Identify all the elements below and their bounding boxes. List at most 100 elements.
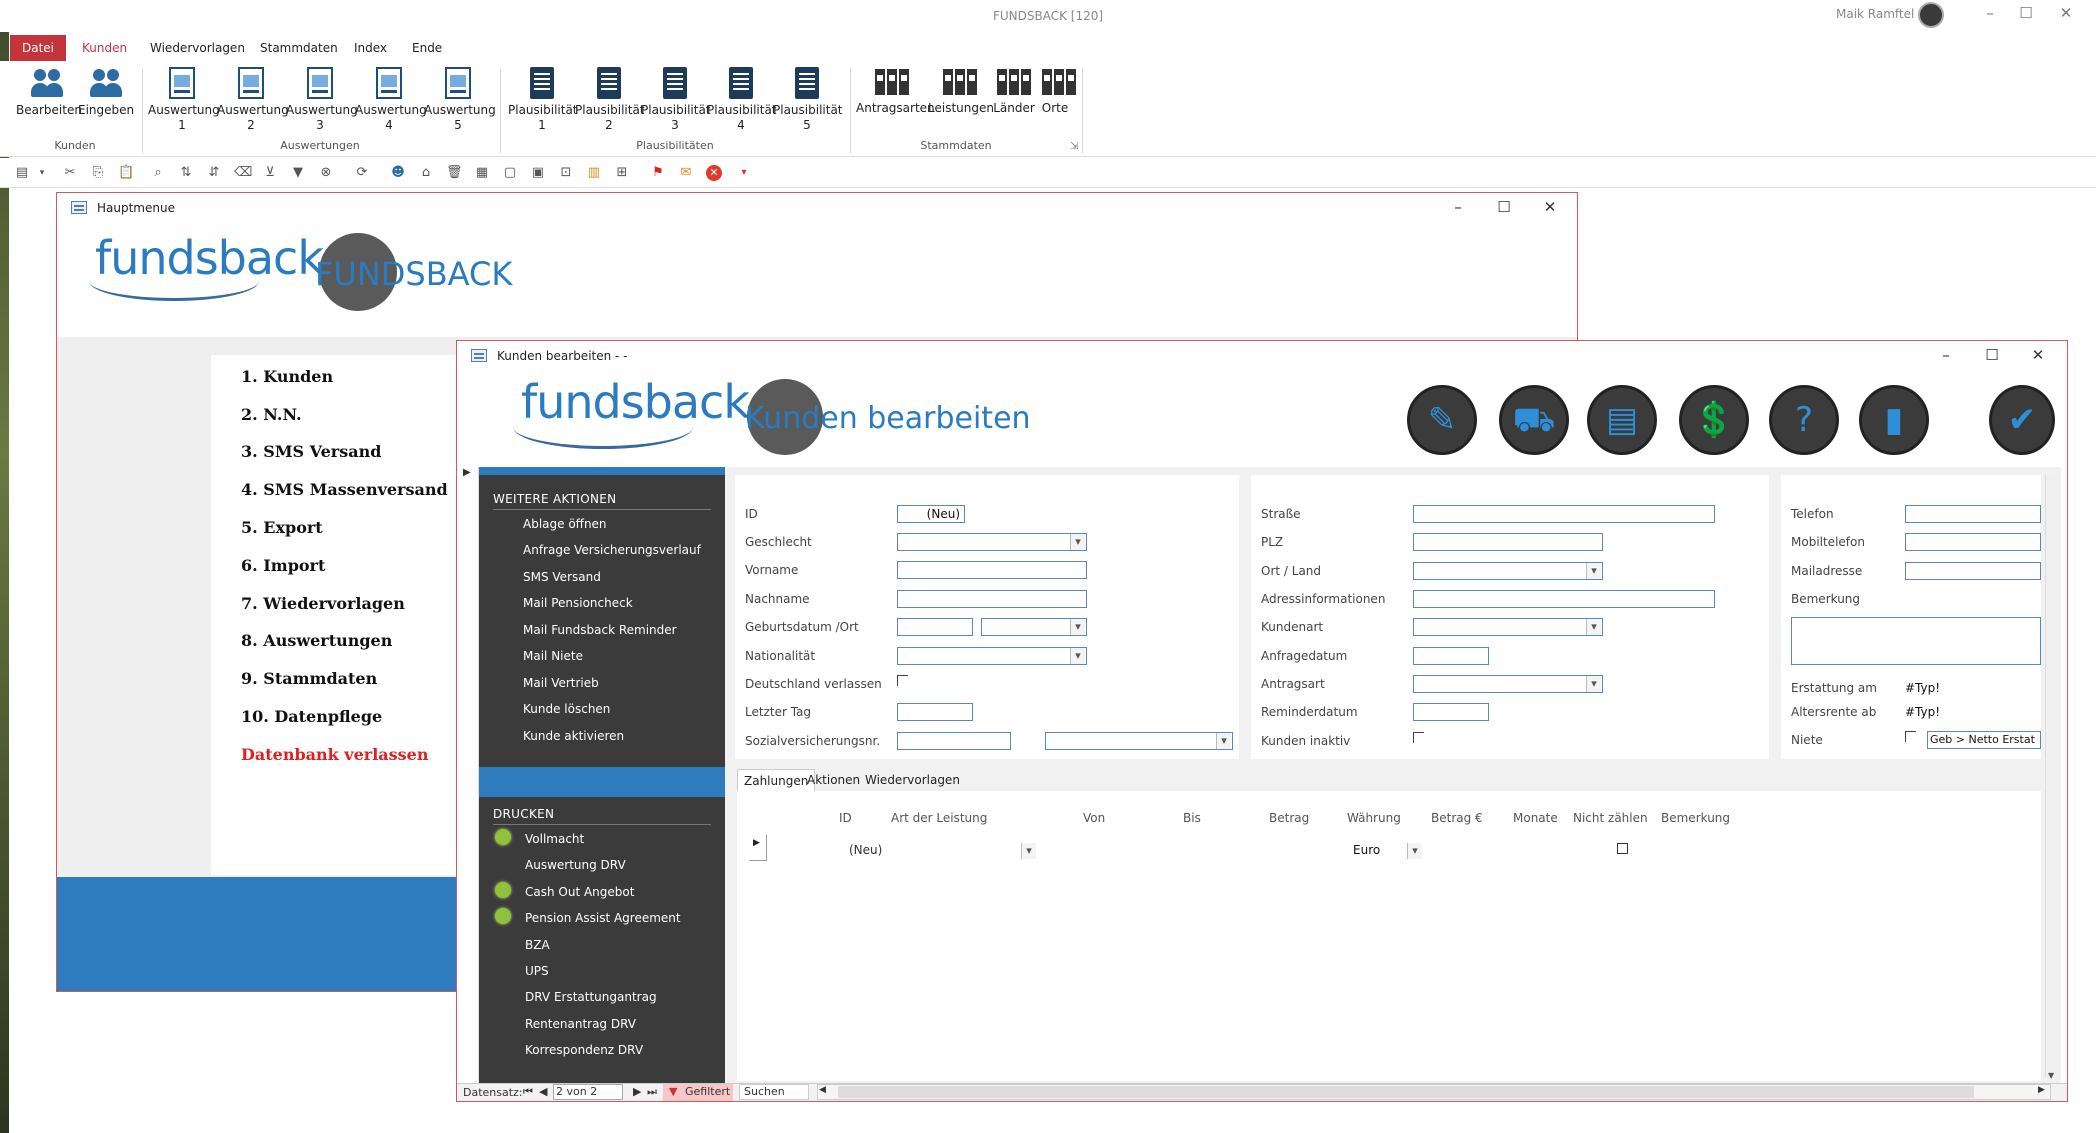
shipping-button[interactable]: ⛟ bbox=[1499, 385, 1569, 455]
view-icon[interactable]: ▤ bbox=[14, 165, 30, 181]
print-bza[interactable]: BZA bbox=[525, 938, 550, 952]
menu-item-exit[interactable]: Datenbank verlassen bbox=[241, 745, 428, 764]
action-mail-vertrieb[interactable]: Mail Vertrieb bbox=[523, 676, 599, 690]
avatar[interactable] bbox=[1918, 2, 1944, 28]
menu-item-kunden[interactable]: 1. Kunden bbox=[241, 367, 333, 386]
print-ups[interactable]: UPS bbox=[525, 964, 549, 978]
menu-item-sms-versand[interactable]: 3. SMS Versand bbox=[241, 442, 381, 461]
tab-ende[interactable]: Ende bbox=[400, 35, 454, 61]
clear-sort-icon[interactable]: ⌫ bbox=[234, 165, 252, 181]
menu-item-nn[interactable]: 2. N.N. bbox=[241, 405, 302, 424]
action-kunde-aktivieren[interactable]: Kunde aktivieren bbox=[523, 729, 624, 743]
table-icon[interactable]: ▦ bbox=[474, 165, 490, 181]
flag-icon[interactable]: ⚑ bbox=[650, 165, 666, 181]
plausibilitaet-4-button[interactable]: Plausibilität 4 bbox=[707, 67, 777, 133]
leistungen-button[interactable]: Leistungen bbox=[928, 67, 994, 116]
menu-item-export[interactable]: 5. Export bbox=[241, 518, 323, 537]
find-icon[interactable]: ⌕ bbox=[150, 165, 166, 181]
cut-icon[interactable]: ✂ bbox=[62, 165, 78, 181]
scroll-left-icon[interactable]: ◀ bbox=[819, 1085, 826, 1095]
print-korrespondenz-drv[interactable]: Korrespondenz DRV bbox=[525, 1043, 643, 1057]
tab-aktionen[interactable]: Aktionen bbox=[801, 769, 866, 791]
auswertung-1-button[interactable]: Auswertung 1 bbox=[148, 67, 220, 133]
action-sms-versand[interactable]: SMS Versand bbox=[523, 570, 601, 584]
deutschland-verlassen-checkbox[interactable] bbox=[897, 675, 908, 686]
auswertung-4-button[interactable]: Auswertung 4 bbox=[355, 67, 427, 133]
remove-filter-icon[interactable]: ⊗ bbox=[318, 165, 334, 181]
action-anfrage-versicherungsverlauf[interactable]: Anfrage Versicherungsverlauf bbox=[523, 543, 701, 557]
reminderdatum-input[interactable] bbox=[1413, 703, 1489, 721]
bemerkung-textarea[interactable] bbox=[1791, 617, 2041, 665]
payment-button[interactable]: 💲 bbox=[1679, 385, 1749, 455]
report-icon[interactable]: ▣ bbox=[530, 165, 546, 181]
scroll-right-icon[interactable]: ▶ bbox=[2038, 1085, 2045, 1095]
antragsarten-button[interactable]: Antragsarten bbox=[856, 67, 935, 116]
plausibilitaet-2-button[interactable]: Plausibilität 2 bbox=[575, 67, 645, 133]
action-mail-fundsback-reminder[interactable]: Mail Fundsback Reminder bbox=[523, 623, 677, 637]
antragsart-combo[interactable] bbox=[1413, 675, 1603, 693]
nachname-input[interactable] bbox=[897, 590, 1087, 608]
record-selector[interactable]: ▶ bbox=[457, 467, 479, 1083]
first-record-icon[interactable]: ⏮ bbox=[523, 1085, 533, 1099]
eingeben-button[interactable]: Eingeben bbox=[78, 67, 134, 118]
delete-icon[interactable]: 🗑 bbox=[446, 165, 463, 181]
mailadresse-input[interactable] bbox=[1905, 562, 2041, 580]
sort-descending-icon[interactable]: ⇵ bbox=[206, 165, 222, 181]
maximize-icon[interactable]: ☐ bbox=[2012, 4, 2040, 22]
menu-item-auswertungen[interactable]: 8. Auswertungen bbox=[241, 631, 392, 650]
strasse-input[interactable] bbox=[1413, 505, 1715, 523]
mail-icon[interactable]: ✉ bbox=[678, 165, 694, 181]
filter-selection-icon[interactable]: ⊻ bbox=[262, 165, 278, 181]
print-vollmacht[interactable]: Vollmacht bbox=[525, 832, 584, 846]
tab-kunden[interactable]: Kunden bbox=[70, 35, 139, 61]
row-selector-icon[interactable]: ▶ bbox=[749, 835, 767, 861]
waehrung-combo[interactable] bbox=[1407, 843, 1423, 861]
tab-wiedervorlagen[interactable]: Wiedervorlagen bbox=[859, 769, 966, 791]
geburtsdatum-input[interactable] bbox=[897, 618, 973, 636]
scroll-thumb[interactable] bbox=[838, 1086, 1974, 1098]
chevron-down-icon[interactable]: ▼ bbox=[2048, 1071, 2054, 1080]
next-record-icon[interactable]: ▶ bbox=[633, 1085, 641, 1098]
vorname-input[interactable] bbox=[897, 561, 1087, 579]
auswertung-5-button[interactable]: Auswertung 5 bbox=[424, 67, 496, 133]
filter-icon[interactable]: ▼ bbox=[290, 165, 306, 181]
menu-item-sms-massenversand[interactable]: 4. SMS Massenversand bbox=[241, 480, 448, 499]
tab-index[interactable]: Index bbox=[342, 35, 399, 61]
last-record-icon[interactable]: ⏭ bbox=[647, 1085, 657, 1099]
laender-button[interactable]: Länder bbox=[992, 67, 1036, 116]
print-drv-erstattungantrag[interactable]: DRV Erstattungantrag bbox=[525, 990, 657, 1004]
search-input[interactable]: Suchen bbox=[739, 1084, 809, 1100]
plausibilitaet-3-button[interactable]: Plausibilität 3 bbox=[641, 67, 711, 133]
action-ablage-oeffnen[interactable]: Ablage öffnen bbox=[523, 517, 607, 531]
menu-item-datenpflege[interactable]: 10. Datenpflege bbox=[241, 707, 382, 726]
copy-icon[interactable]: ⎘ bbox=[90, 165, 106, 181]
record-position[interactable]: 2 von 2 bbox=[553, 1084, 623, 1100]
menu-item-wiedervorlagen[interactable]: 7. Wiedervorlagen bbox=[241, 594, 405, 613]
geschlecht-combo[interactable] bbox=[897, 533, 1087, 551]
art-der-leistung-combo[interactable] bbox=[1021, 843, 1037, 861]
vertical-scrollbar[interactable]: ▼ bbox=[2045, 475, 2061, 1080]
message-button[interactable]: ▤ bbox=[1587, 385, 1657, 455]
sort-ascending-icon[interactable]: ⇅ bbox=[178, 165, 194, 181]
print-cash-out-angebot[interactable]: Cash Out Angebot bbox=[525, 885, 634, 899]
plausibilitaet-1-button[interactable]: Plausibilität 1 bbox=[508, 67, 578, 133]
chevron-down-icon[interactable]: ▾ bbox=[34, 165, 50, 181]
auswertung-3-button[interactable]: Auswertung 3 bbox=[286, 67, 358, 133]
telefon-input[interactable] bbox=[1905, 505, 2041, 523]
refresh-icon[interactable]: ⟳ bbox=[354, 165, 370, 181]
kunden-inaktiv-checkbox[interactable] bbox=[1413, 732, 1424, 743]
auswertung-2-button[interactable]: Auswertung 2 bbox=[217, 67, 289, 133]
geburtsort-combo[interactable] bbox=[981, 618, 1087, 636]
mobiltelefon-input[interactable] bbox=[1905, 533, 2041, 551]
help-button[interactable]: ? bbox=[1769, 385, 1839, 455]
bearbeiten-button[interactable]: Bearbeiten bbox=[16, 67, 82, 118]
print-pension-assist-agreement[interactable]: Pension Assist Agreement bbox=[525, 911, 681, 925]
maximize-icon[interactable]: ☐ bbox=[1491, 198, 1517, 216]
preview-icon[interactable]: ⊡ bbox=[558, 165, 574, 181]
tab-wiedervorlagen[interactable]: Wiedervorlagen bbox=[138, 35, 257, 61]
confirm-button[interactable]: ✔ bbox=[1989, 385, 2055, 455]
chart-icon[interactable]: ▥ bbox=[586, 165, 602, 181]
edit-button[interactable]: ✎ bbox=[1407, 385, 1477, 455]
ort-land-combo[interactable] bbox=[1413, 562, 1603, 580]
nicht-zaehlen-checkbox[interactable] bbox=[1617, 843, 1628, 854]
